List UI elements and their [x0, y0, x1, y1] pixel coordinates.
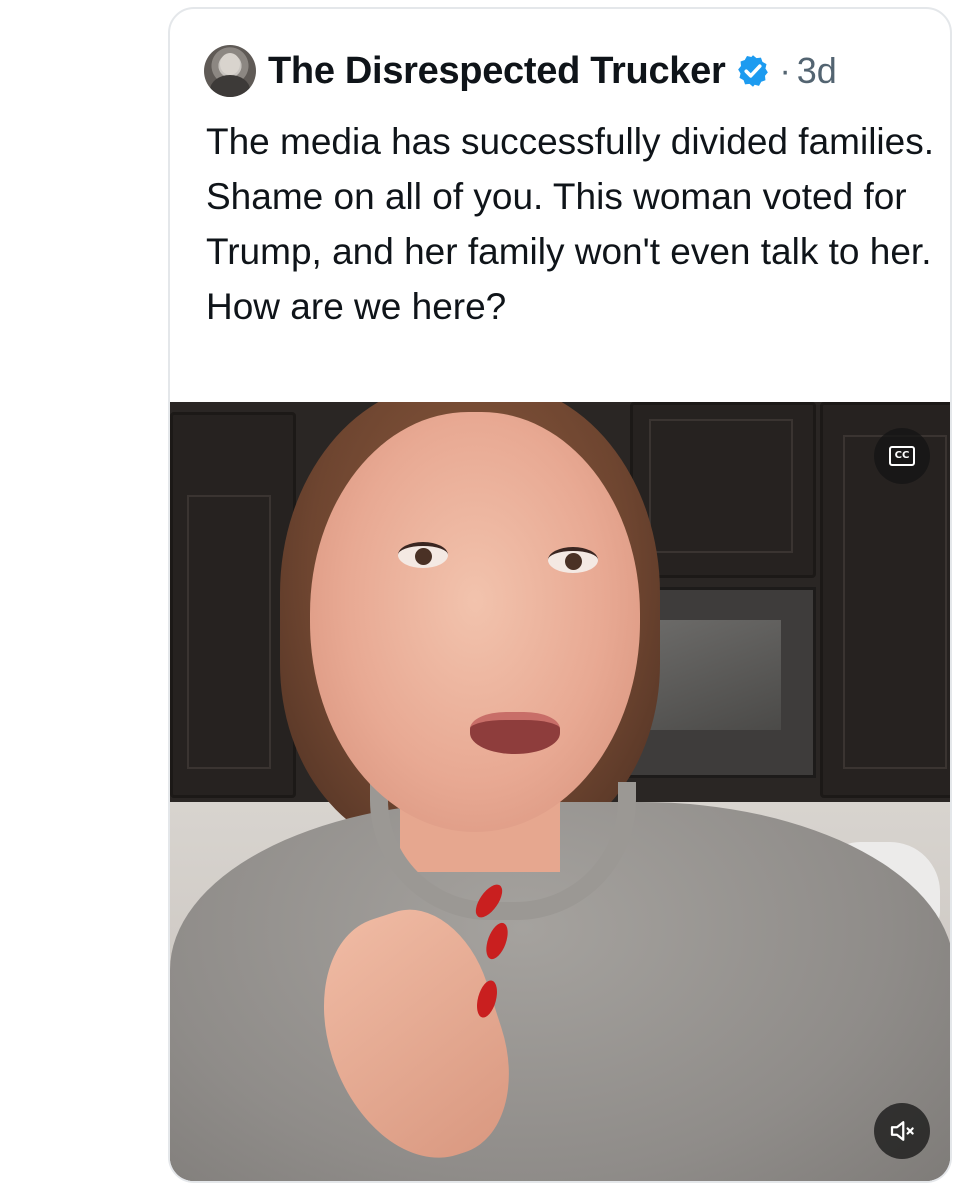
post-text: The media has successfully divided famil… — [206, 121, 934, 327]
person-eye-right — [548, 547, 598, 573]
post-header: The Disrespected Trucker · 3d — [204, 43, 837, 99]
avatar-head — [220, 53, 240, 75]
post-card[interactable]: The Disrespected Trucker · 3d The media … — [168, 7, 952, 1183]
avatar-shoulders — [210, 75, 250, 97]
video-player[interactable]: CC — [170, 402, 950, 1181]
closed-captions-icon: CC — [889, 446, 915, 466]
person-face — [310, 412, 640, 832]
author-display-name[interactable]: The Disrespected Trucker — [268, 50, 726, 93]
kitchen-cabinet — [170, 412, 296, 798]
person-eye-left — [398, 542, 448, 568]
captions-button[interactable]: CC — [874, 428, 930, 484]
author-avatar[interactable] — [204, 45, 256, 97]
person-mouth — [470, 712, 560, 754]
kitchen-cabinet — [630, 402, 816, 578]
verified-badge-icon — [738, 55, 769, 87]
separator-dot: · — [779, 51, 791, 90]
speaker-muted-icon — [890, 1121, 914, 1141]
post-timestamp[interactable]: 3d — [797, 50, 837, 92]
mute-button[interactable] — [874, 1103, 930, 1159]
